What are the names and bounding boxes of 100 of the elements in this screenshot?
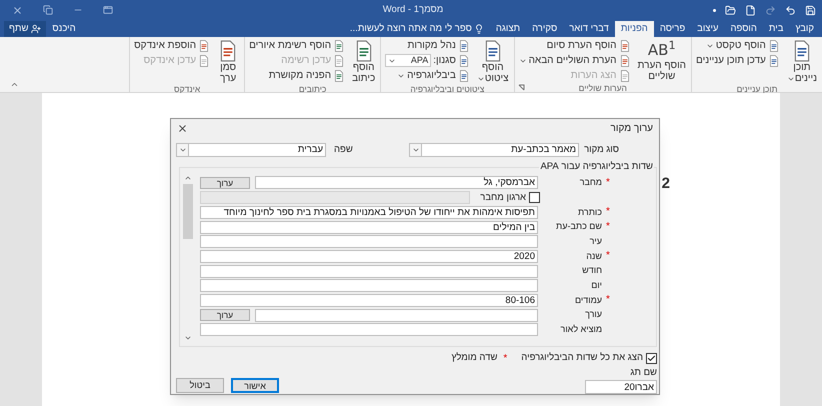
window-title: מסמך1 - Word: [382, 2, 444, 17]
ribbon-button[interactable]: נהל מקורות: [383, 38, 472, 53]
new-document-icon[interactable]: [745, 4, 756, 16]
input-field[interactable]: אברמסקי, גל: [255, 176, 538, 190]
ribbon-tab[interactable]: דברי דואר: [563, 21, 615, 37]
customize-icon[interactable]: [713, 8, 716, 12]
field-label: עיר: [588, 234, 602, 248]
document-text: 2: [662, 174, 670, 194]
field-label: יום: [590, 279, 602, 292]
document-icon: [198, 40, 210, 52]
input-field[interactable]: 80-106: [200, 294, 538, 307]
ribbon-options-icon[interactable]: [103, 5, 113, 15]
input-field[interactable]: [200, 279, 538, 292]
field-label: מוציא לאור: [560, 323, 602, 336]
footnote-icon: AB$^{1}$: [648, 40, 676, 60]
lightbulb-icon: [474, 24, 484, 34]
required-mark: *: [606, 295, 610, 306]
ribbon-tab[interactable]: קובץ: [789, 21, 820, 37]
dialog-title: ערוך מקור: [610, 122, 653, 136]
ribbon-tab[interactable]: פריסה: [654, 21, 692, 37]
field-label: שם תג: [629, 366, 657, 380]
document-icon: [333, 40, 346, 52]
group-label: ציטוטים וביבליוגרפיה: [410, 84, 484, 94]
group-title: שדות ביבליוגרפיה עבור APA: [539, 160, 654, 172]
folder-icon[interactable]: [725, 4, 736, 16]
ribbon-button[interactable]: הוסף כיתוב: [349, 38, 378, 84]
close-icon[interactable]: [177, 123, 188, 134]
document-icon: [333, 70, 346, 82]
input-field[interactable]: בין המילים: [200, 220, 538, 234]
document-icon: [768, 54, 780, 66]
restore-icon[interactable]: [43, 5, 53, 15]
ribbon-button[interactable]: הפניה מקושרת: [247, 68, 348, 83]
ribbon-tab[interactable]: עיצוב: [691, 21, 724, 37]
checkbox[interactable]: הצג את כל שדות הביבליוגרפיה: [521, 351, 657, 366]
ribbon-button[interactable]: הערת השוליים הבאה: [516, 53, 632, 68]
field-label: עורך: [584, 308, 602, 322]
required-mark: *: [606, 222, 610, 232]
scroll-thumb[interactable]: [183, 184, 193, 239]
ribbon-tab[interactable]: הפניות: [614, 21, 654, 37]
input-field[interactable]: [200, 264, 538, 278]
share-button[interactable]: שתף: [4, 21, 46, 37]
edit-button[interactable]: ערוך: [200, 309, 250, 322]
field-label: כותרת: [576, 206, 602, 219]
document-icon: [198, 54, 210, 66]
field-label: חודש: [581, 264, 602, 278]
required-mark: *: [606, 178, 610, 188]
save-icon[interactable]: [805, 4, 816, 16]
sign-in-link[interactable]: היכנס: [46, 21, 82, 37]
input-field[interactable]: תפיסות אימהות את ייחודו של הטיפול באמנויות במסגרת בית ספר לחינוך מיוחד: [200, 206, 538, 219]
ribbon-button[interactable]: הוספת אינדקס: [132, 38, 212, 53]
dialog-button[interactable]: אישור: [231, 378, 279, 393]
input-field[interactable]: [200, 323, 538, 336]
required-mark: *: [606, 207, 610, 218]
document-icon: [618, 40, 630, 52]
field-label: סוג מקור: [583, 143, 619, 158]
group-label: כיתובים: [298, 84, 326, 94]
group-label: תוכן עניינים: [736, 84, 778, 94]
close-icon[interactable]: [12, 4, 23, 16]
ribbon-tab[interactable]: בית: [762, 21, 790, 37]
ribbon-button[interactable]: הוסף רשימת איורים: [247, 38, 348, 53]
language-select[interactable]: עברית: [176, 143, 326, 158]
ribbon-button[interactable]: הוסף טקסט: [694, 38, 782, 53]
document-icon: [618, 70, 630, 82]
group-label: הערות שוליים: [578, 83, 627, 93]
input-field[interactable]: אברו20: [585, 380, 657, 394]
ribbon-button[interactable]: הוסף ציטוט: [474, 38, 512, 84]
style-label: סגנון:: [433, 54, 456, 68]
source-type-select[interactable]: מאמר בכתב-עת: [409, 143, 579, 158]
ribbon-button[interactable]: סמן ערך: [214, 38, 242, 84]
edit-button[interactable]: ערוך: [200, 176, 250, 189]
ribbon-tab[interactable]: תצוגה: [490, 21, 526, 37]
style-select[interactable]: APA: [385, 54, 432, 67]
ribbon-tab[interactable]: הוספה: [724, 21, 763, 37]
collapse-ribbon-icon[interactable]: [10, 80, 19, 89]
field-label: שפה: [334, 143, 353, 158]
person-icon: [31, 24, 42, 34]
document-icon: [618, 54, 630, 66]
required-mark: *: [503, 352, 508, 366]
dialog-button[interactable]: ביטול: [176, 378, 224, 393]
ribbon-button[interactable]: תוכן ניינים: [784, 38, 820, 84]
input-field[interactable]: 2020: [200, 250, 538, 263]
field-label: שנה: [585, 250, 602, 263]
input-field[interactable]: [200, 235, 538, 248]
ribbon-tab[interactable]: סקירה: [526, 21, 564, 37]
document-icon: [768, 40, 780, 52]
document-icon: [458, 40, 470, 52]
ribbon-button[interactable]: עדכן תוכן עניינים: [694, 53, 782, 68]
input-field[interactable]: [255, 308, 538, 322]
document-icon: [458, 70, 470, 82]
ribbon-button[interactable]: ביבליוגרפיה: [383, 68, 472, 83]
dialog-launcher-icon[interactable]: [518, 84, 525, 91]
ribbon-button[interactable]: הוסף הערת סיום: [516, 38, 632, 53]
checkbox[interactable]: ארגון מחבר: [470, 190, 540, 205]
field-label: עמודים: [574, 294, 602, 307]
document-icon: [458, 54, 470, 66]
required-mark: *: [606, 251, 610, 262]
field-label: מחבר: [578, 176, 602, 190]
group-label: אינדקס: [174, 84, 200, 94]
tell-me-text[interactable]: ספר לי מה אתה רוצה לעשות...: [350, 22, 472, 36]
legend-text: שדה מומלץ: [452, 351, 498, 366]
